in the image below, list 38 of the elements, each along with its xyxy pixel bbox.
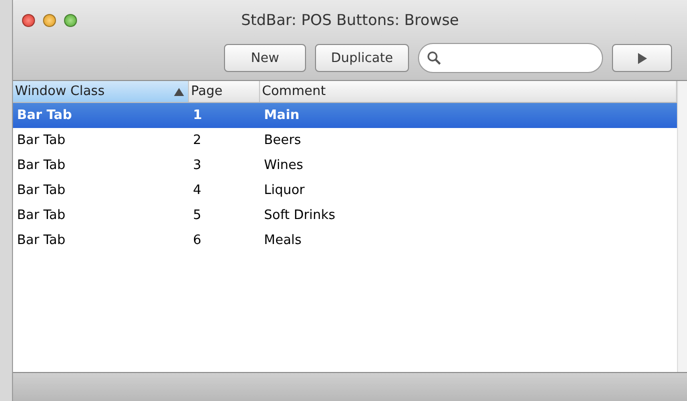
- table-cell-text: Meals: [263, 233, 303, 248]
- table-cell-text: Bar Tab: [16, 233, 66, 248]
- close-icon[interactable]: [22, 14, 35, 26]
- search-field[interactable]: [418, 43, 603, 73]
- table-cell-text: 5: [192, 208, 202, 223]
- column-header[interactable]: Window Class: [13, 81, 189, 102]
- table-row[interactable]: Bar Tab 2 Beers: [13, 128, 677, 153]
- window-title: StdBar: POS Buttons: Browse: [241, 11, 459, 29]
- table-cell-text: Bar Tab: [16, 108, 73, 123]
- table-cell-text: Beers: [263, 133, 302, 148]
- table-cell-text: 6: [192, 233, 202, 248]
- table-cell-text: 1: [192, 108, 204, 123]
- table-cell-text: 4: [192, 183, 202, 198]
- table-cell-text: Liquor: [263, 183, 306, 198]
- sort-ascending-icon: [174, 88, 184, 96]
- table-cell-text: Wines: [263, 158, 304, 173]
- table-cell-text: Bar Tab: [16, 183, 66, 198]
- table-cell-text: Bar Tab: [16, 133, 66, 148]
- minimize-icon[interactable]: [43, 14, 56, 26]
- toolbar-button[interactable]: New: [224, 44, 306, 72]
- table-row[interactable]: Bar Tab 4 Liquor: [13, 178, 677, 203]
- table-row[interactable]: Bar Tab 1 Main: [13, 103, 677, 128]
- play-button[interactable]: [612, 44, 672, 72]
- column-header[interactable]: Page: [189, 81, 260, 102]
- table-cell-text: Soft Drinks: [263, 208, 336, 223]
- zoom-icon[interactable]: [64, 14, 77, 26]
- table-cell-text: Main: [263, 108, 300, 123]
- table-cell-text: 2: [192, 133, 202, 148]
- scrollbar-track[interactable]: [677, 81, 687, 372]
- play-icon: [637, 52, 647, 64]
- table-row[interactable]: Bar Tab 3 Wines: [13, 153, 677, 178]
- table-cell-text: Bar Tab: [16, 208, 66, 223]
- table-row[interactable]: Bar Tab 6 Meals: [13, 228, 677, 253]
- toolbar-button[interactable]: Duplicate: [315, 44, 409, 72]
- table-row[interactable]: Bar Tab 5 Soft Drinks: [13, 203, 677, 228]
- table-cell-text: 3: [192, 158, 202, 173]
- search-icon: [427, 51, 441, 65]
- table-cell-text: Bar Tab: [16, 158, 66, 173]
